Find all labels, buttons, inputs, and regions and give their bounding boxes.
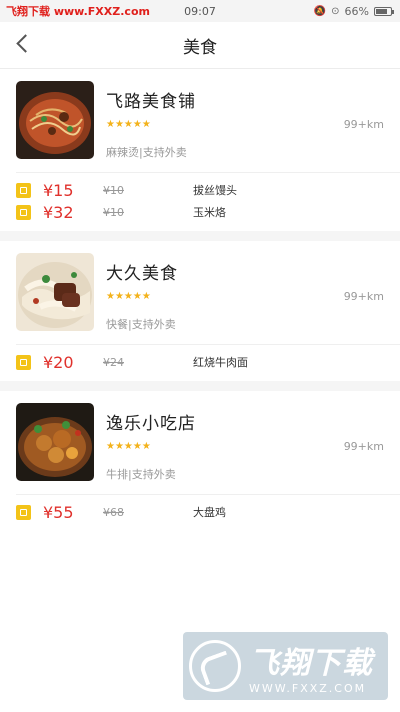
shop-card[interactable]: 逸乐小吃店 ★★★★★ 牛排|支持外卖 99+km ¥55 ¥68 大盘鸡: [0, 391, 400, 523]
star-rating: ★★★★★: [106, 291, 151, 302]
deal-price: ¥32: [43, 202, 74, 222]
watermark: 飞翔下载 WWW.FXXZ.COM: [183, 632, 388, 700]
status-icons: 🔕 ⊙ 66%: [313, 4, 394, 18]
original-price: ¥68: [103, 505, 124, 519]
shop-distance: 99+km: [343, 290, 384, 303]
status-watermark: 飞翔下载 www.FXXZ.com: [6, 5, 150, 18]
shop-tags: 牛排|支持外卖: [106, 468, 176, 481]
ticket-icon: [16, 182, 31, 198]
shop-distance: 99+km: [343, 118, 384, 131]
deal-row[interactable]: ¥15 ¥10 拔丝馒头: [16, 179, 384, 201]
back-arrow-icon[interactable]: [14, 35, 32, 53]
ticket-icon: [16, 204, 31, 220]
deal-row[interactable]: ¥32 ¥10 玉米烙: [16, 201, 384, 223]
deal-row[interactable]: ¥55 ¥68 大盘鸡: [16, 501, 384, 523]
deal-price: ¥15: [43, 180, 74, 200]
deal-item: 红烧牛肉面: [193, 356, 248, 369]
ticket-icon: [16, 504, 31, 520]
shop-name: 大久美食: [106, 264, 178, 284]
deal-item: 大盘鸡: [193, 506, 226, 519]
shop-tags: 快餐|支持外卖: [106, 318, 176, 331]
shop-distance: 99+km: [343, 440, 384, 453]
shop-name: 逸乐小吃店: [106, 414, 196, 434]
location-icon: ⊙: [331, 5, 340, 17]
star-rating: ★★★★★: [106, 441, 151, 452]
battery-icon: [374, 6, 394, 16]
watermark-url: WWW.FXXZ.COM: [249, 681, 367, 695]
page-title: 美食: [183, 37, 217, 58]
original-price: ¥24: [103, 355, 124, 369]
beef-noodle-dish-image: [16, 253, 94, 331]
noodle-dish-image: [16, 81, 94, 159]
shop-name: 飞路美食铺: [106, 92, 196, 112]
deal-row[interactable]: ¥20 ¥24 红烧牛肉面: [16, 351, 384, 373]
ticket-icon: [16, 354, 31, 370]
deal-price: ¥20: [43, 352, 74, 372]
nav-bar: 美食: [0, 22, 400, 69]
shop-tags: 麻辣烫|支持外卖: [106, 146, 187, 159]
shop-card[interactable]: 飞路美食铺 ★★★★★ 麻辣烫|支持外卖 99+km ¥15 ¥10 拔丝馒头 …: [0, 69, 400, 223]
deal-item: 拔丝馒头: [193, 184, 237, 197]
deal-price: ¥55: [43, 502, 74, 522]
status-bar: 飞翔下载 www.FXXZ.com 09:07 🔕 ⊙ 66%: [0, 0, 400, 22]
star-rating: ★★★★★: [106, 119, 151, 130]
watermark-title: 飞翔下载: [249, 645, 373, 681]
section-separator: [0, 381, 400, 391]
chicken-dish-image: [16, 403, 94, 481]
bell-icon: 🔕: [313, 5, 327, 17]
battery-percent: 66%: [344, 4, 369, 18]
watermark-logo-icon: [189, 640, 241, 692]
deal-item: 玉米烙: [193, 206, 226, 219]
original-price: ¥10: [103, 183, 124, 197]
shop-card[interactable]: 大久美食 ★★★★★ 快餐|支持外卖 99+km ¥20 ¥24 红烧牛肉面: [0, 241, 400, 373]
original-price: ¥10: [103, 205, 124, 219]
section-separator: [0, 231, 400, 241]
